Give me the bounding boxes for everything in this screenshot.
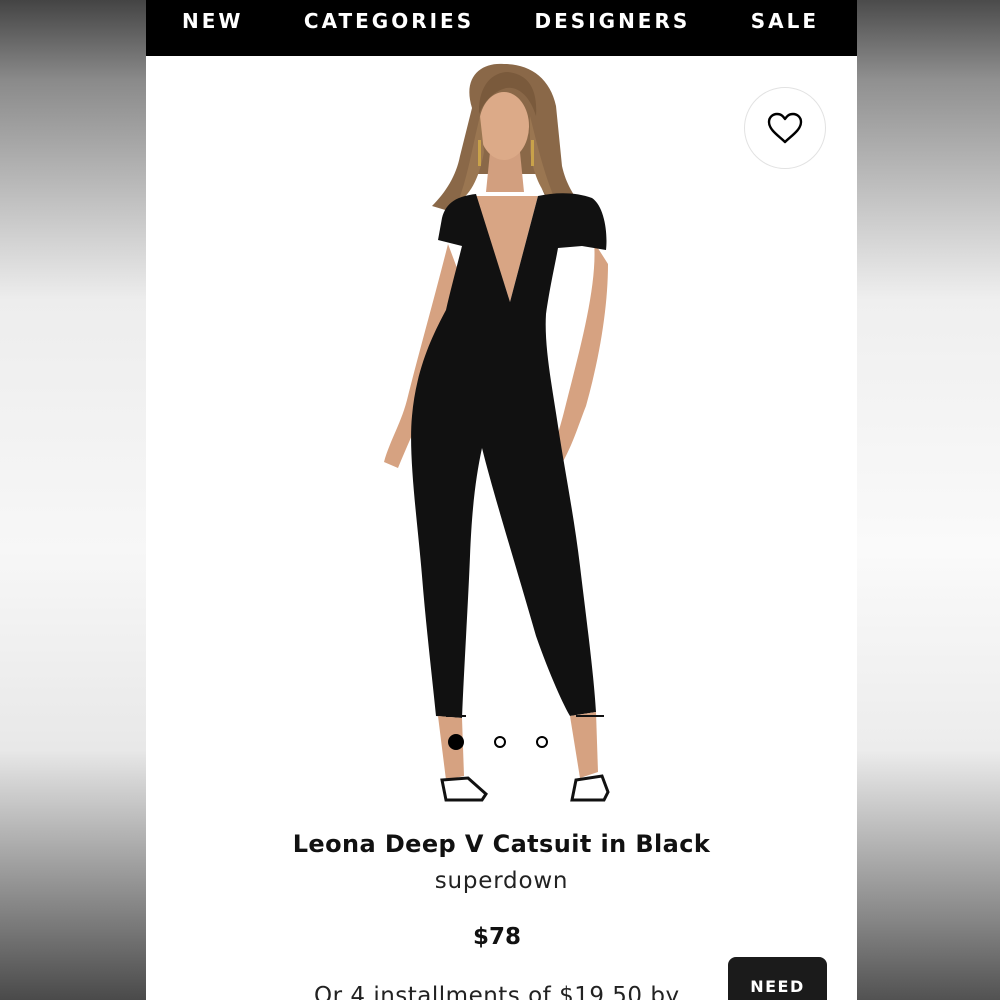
nav-item-new[interactable]: NEW — [182, 9, 243, 33]
nav-item-sale[interactable]: SALE — [751, 9, 819, 33]
blurred-background-left — [0, 0, 146, 1000]
model-face — [479, 92, 529, 160]
favorite-button[interactable] — [744, 87, 826, 169]
installments-text: Or 4 installments of $19.50 by — [314, 983, 680, 1000]
top-navigation: NEW CATEGORIES DESIGNERS SALE — [146, 0, 857, 56]
right-sandal — [570, 774, 610, 802]
model-right-leg — [570, 712, 598, 778]
product-image[interactable] — [146, 56, 857, 816]
carousel-dot-1[interactable] — [448, 734, 464, 750]
image-carousel-dots — [448, 734, 548, 750]
blurred-background-right — [857, 0, 1000, 1000]
carousel-dot-3[interactable] — [536, 736, 548, 748]
help-button[interactable]: NEED — [728, 957, 827, 1000]
product-page: NEW CATEGORIES DESIGNERS SALE Leona Deep… — [146, 0, 857, 1000]
product-brand[interactable]: superdown — [146, 868, 857, 894]
heart-outline-icon — [767, 112, 803, 144]
left-sandal — [440, 776, 488, 802]
product-price: $78 — [472, 924, 521, 950]
nav-item-designers[interactable]: DESIGNERS — [535, 9, 691, 33]
product-title: Leona Deep V Catsuit in Black — [292, 830, 711, 858]
nav-item-categories[interactable]: CATEGORIES — [304, 9, 474, 33]
carousel-dot-2[interactable] — [494, 736, 506, 748]
